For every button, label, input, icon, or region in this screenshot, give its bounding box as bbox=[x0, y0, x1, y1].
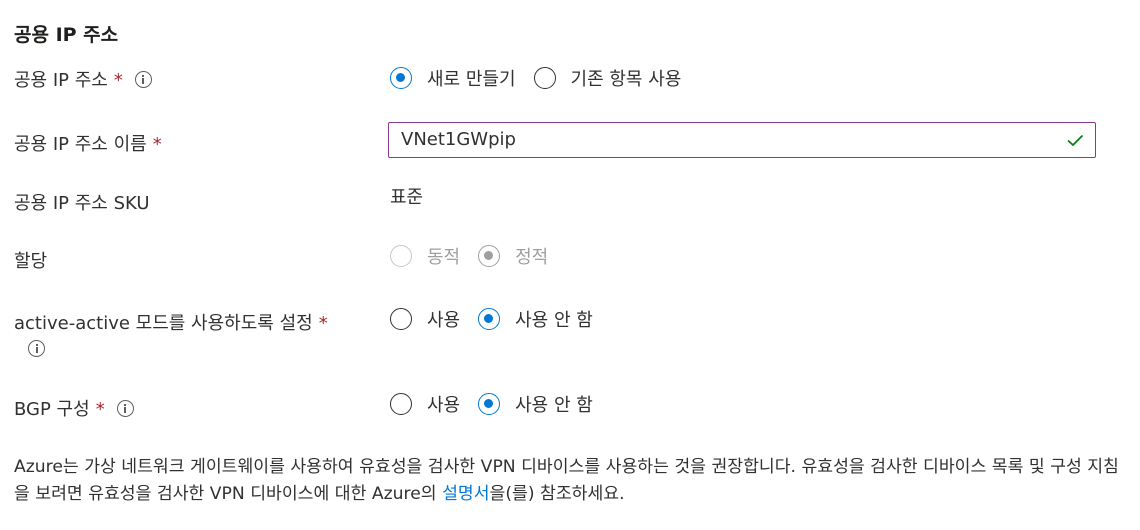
radio-circle-checked[interactable] bbox=[478, 308, 501, 330]
bgp-label: BGP 구성 * bbox=[14, 395, 134, 421]
public-ip-sku-value: 표준 bbox=[390, 187, 424, 208]
radio-label-disabled: 사용 안 함 bbox=[515, 310, 593, 331]
radio-circle[interactable] bbox=[533, 67, 556, 89]
radio-circle[interactable] bbox=[390, 393, 412, 415]
radio-enabled[interactable]: 사용 bbox=[390, 306, 460, 332]
radio-create-new[interactable]: 새로 만들기 bbox=[390, 65, 516, 91]
radio-circle-checked[interactable] bbox=[478, 393, 501, 415]
info-icon[interactable] bbox=[116, 399, 134, 417]
public-ip-name-label-text: 공용 IP 주소 이름 bbox=[14, 134, 147, 155]
radio-label-enabled: 사용 bbox=[427, 395, 461, 416]
assignment-radio-group: 동적 정적 bbox=[390, 243, 566, 269]
public-ip-label: 공용 IP 주소 * bbox=[14, 66, 152, 92]
bgp-label-text: BGP 구성 bbox=[14, 399, 90, 420]
documentation-link[interactable]: 설명서 bbox=[442, 484, 489, 504]
radio-circle-disabled-checked[interactable] bbox=[478, 245, 501, 267]
required-mark: * bbox=[318, 313, 328, 334]
section-title: 공용 IP 주소 bbox=[14, 24, 119, 46]
radio-label-disabled: 사용 안 함 bbox=[515, 395, 593, 416]
description-after-link: 을(를) 참조하세요. bbox=[489, 484, 625, 504]
info-icon[interactable] bbox=[28, 339, 45, 357]
info-icon-wrapper bbox=[14, 339, 328, 360]
bgp-radio-group: 사용 사용 안 함 bbox=[390, 391, 611, 417]
radio-static[interactable]: 정적 bbox=[478, 243, 548, 269]
public-ip-sku-label: 공용 IP 주소 SKU bbox=[14, 193, 150, 214]
radio-label-static: 정적 bbox=[515, 247, 549, 268]
description-text: Azure는 가상 네트워크 게이트웨이를 사용하여 유효성을 검사한 VPN … bbox=[14, 454, 1129, 508]
radio-label-use-existing: 기존 항목 사용 bbox=[570, 69, 682, 90]
radio-disabled[interactable]: 사용 안 함 bbox=[478, 306, 593, 332]
required-mark: * bbox=[152, 134, 162, 155]
public-ip-radio-group: 새로 만들기 기존 항목 사용 bbox=[390, 65, 699, 91]
assignment-label: 할당 bbox=[14, 251, 48, 272]
public-ip-name-input[interactable]: VNet1GWpip bbox=[388, 122, 1096, 158]
radio-circle[interactable] bbox=[390, 308, 412, 330]
radio-dynamic[interactable]: 동적 bbox=[390, 243, 460, 269]
active-active-radio-group: 사용 사용 안 함 bbox=[390, 306, 611, 332]
active-active-label-text: active-active 모드를 사용하도록 설정 bbox=[14, 313, 313, 334]
radio-label-enabled: 사용 bbox=[427, 310, 461, 331]
public-ip-name-label: 공용 IP 주소 이름 * bbox=[14, 130, 162, 156]
public-ip-label-text: 공용 IP 주소 bbox=[14, 70, 108, 91]
info-icon[interactable] bbox=[134, 70, 152, 88]
active-active-label: active-active 모드를 사용하도록 설정 * bbox=[14, 309, 328, 360]
public-ip-name-value[interactable]: VNet1GWpip bbox=[401, 129, 516, 150]
required-mark: * bbox=[95, 399, 105, 420]
required-mark: * bbox=[113, 70, 123, 91]
radio-circle-disabled[interactable] bbox=[390, 245, 412, 267]
radio-disabled[interactable]: 사용 안 함 bbox=[478, 391, 593, 417]
radio-enabled[interactable]: 사용 bbox=[390, 391, 460, 417]
radio-circle-checked[interactable] bbox=[390, 67, 412, 89]
checkmark-icon bbox=[1067, 134, 1084, 147]
radio-label-create-new: 새로 만들기 bbox=[427, 69, 516, 90]
radio-use-existing[interactable]: 기존 항목 사용 bbox=[533, 65, 682, 91]
radio-label-dynamic: 동적 bbox=[427, 247, 461, 268]
